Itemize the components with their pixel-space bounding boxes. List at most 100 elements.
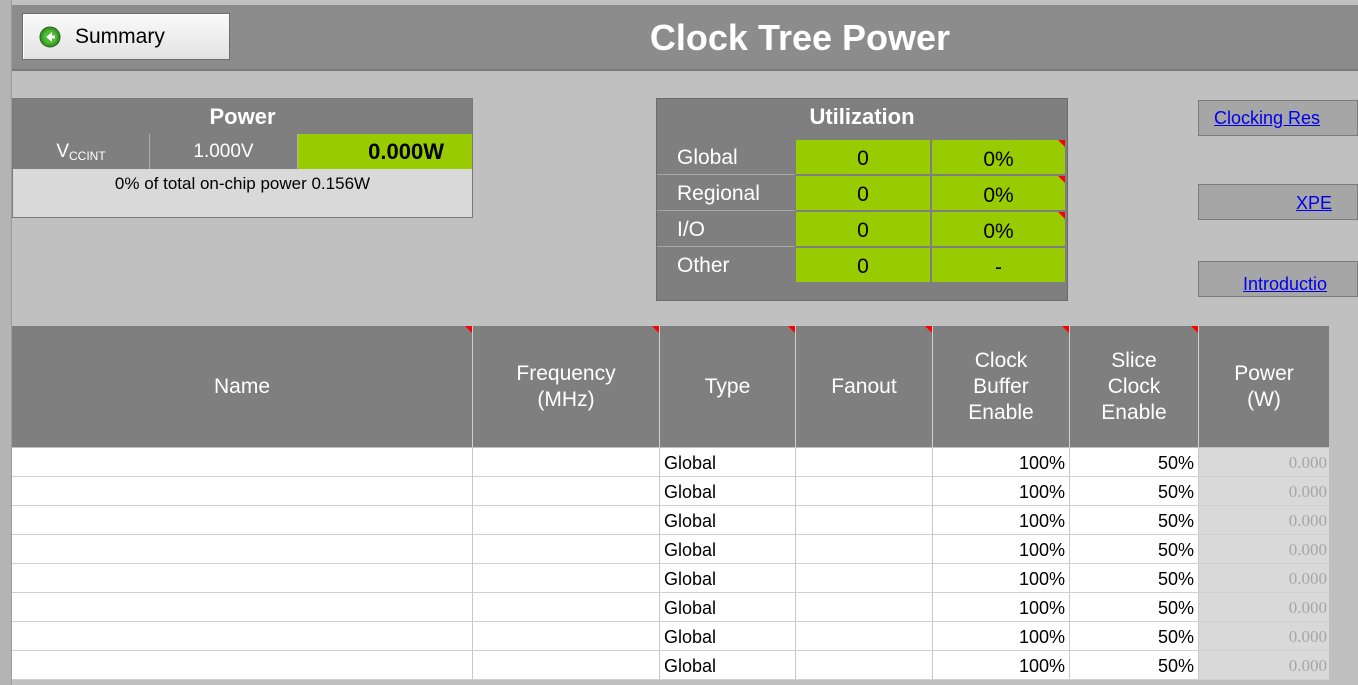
rail-label: VCCINT bbox=[13, 134, 150, 169]
comment-marker-icon[interactable] bbox=[1191, 326, 1198, 333]
comment-marker-icon[interactable] bbox=[1058, 140, 1065, 147]
cell-frequency[interactable] bbox=[473, 506, 660, 535]
cell-power: 0.000 bbox=[1199, 593, 1329, 622]
cell-clock-buffer-enable[interactable]: 100% bbox=[933, 622, 1070, 651]
cell-frequency[interactable] bbox=[473, 535, 660, 564]
comment-marker-icon[interactable] bbox=[652, 326, 659, 333]
cell-frequency[interactable] bbox=[473, 651, 660, 680]
comment-marker-icon[interactable] bbox=[1058, 212, 1065, 219]
cell-fanout[interactable] bbox=[796, 535, 933, 564]
utilization-row-percent: 0% bbox=[932, 212, 1065, 247]
cell-clock-buffer-enable[interactable]: 100% bbox=[933, 564, 1070, 593]
cell-clock-buffer-enable[interactable]: 100% bbox=[933, 506, 1070, 535]
cell-slice-clock-enable[interactable]: 50% bbox=[1070, 535, 1199, 564]
cell-frequency[interactable] bbox=[473, 622, 660, 651]
utilization-row-count[interactable]: 0 bbox=[796, 248, 931, 283]
cell-fanout[interactable] bbox=[796, 506, 933, 535]
column-header-text: Enable bbox=[1101, 400, 1167, 424]
cell-frequency[interactable] bbox=[473, 477, 660, 506]
column-header-text: Type bbox=[704, 374, 751, 398]
page-title: Clock Tree Power bbox=[649, 17, 951, 58]
column-header-text: Frequency bbox=[516, 361, 616, 385]
column-header-name[interactable]: Name bbox=[12, 326, 473, 447]
comment-marker-icon[interactable] bbox=[465, 326, 472, 333]
cell-slice-clock-enable[interactable]: 50% bbox=[1070, 564, 1199, 593]
cell-type[interactable]: Global bbox=[660, 477, 796, 506]
cell-fanout[interactable] bbox=[796, 651, 933, 680]
column-header-type[interactable]: Type bbox=[660, 326, 796, 447]
cell-slice-clock-enable[interactable]: 50% bbox=[1070, 593, 1199, 622]
cell-frequency[interactable] bbox=[473, 593, 660, 622]
column-header-text: Clock bbox=[1107, 374, 1161, 398]
power-panel: Power VCCINT 1.000V 0.000W 0% of total o… bbox=[12, 98, 473, 218]
cell-clock-buffer-enable[interactable]: 100% bbox=[933, 651, 1070, 680]
cell-slice-clock-enable[interactable]: 50% bbox=[1070, 448, 1199, 477]
column-header-text: (MHz) bbox=[537, 387, 595, 411]
cell-power: 0.000 bbox=[1199, 535, 1329, 564]
cell-name[interactable] bbox=[12, 564, 473, 593]
column-header-frequency[interactable]: Frequency (MHz) bbox=[473, 326, 660, 447]
utilization-row: Regional 0 0% bbox=[657, 176, 1067, 212]
cell-type[interactable]: Global bbox=[660, 651, 796, 680]
cell-fanout[interactable] bbox=[796, 622, 933, 651]
introduction-link[interactable]: Introductio bbox=[1243, 274, 1327, 295]
column-header-text: Name bbox=[213, 374, 271, 398]
cell-type[interactable]: Global bbox=[660, 448, 796, 477]
cell-type[interactable]: Global bbox=[660, 564, 796, 593]
cell-name[interactable] bbox=[12, 477, 473, 506]
cell-name[interactable] bbox=[12, 593, 473, 622]
utilization-row-count[interactable]: 0 bbox=[796, 212, 931, 247]
cell-name[interactable] bbox=[12, 651, 473, 680]
cell-clock-buffer-enable[interactable]: 100% bbox=[933, 448, 1070, 477]
cell-type[interactable]: Global bbox=[660, 535, 796, 564]
utilization-row-percent: 0% bbox=[932, 140, 1065, 175]
cell-slice-clock-enable[interactable]: 50% bbox=[1070, 622, 1199, 651]
summary-button[interactable]: Summary bbox=[22, 13, 230, 60]
table-header: Name Frequency (MHz) Type Fanout Clock Buf… bbox=[12, 326, 1329, 447]
cell-type[interactable]: Global bbox=[660, 622, 796, 651]
utilization-row-name: Global bbox=[657, 140, 795, 175]
rail-main: V bbox=[56, 141, 69, 162]
comment-marker-icon[interactable] bbox=[925, 326, 932, 333]
cell-type[interactable]: Global bbox=[660, 593, 796, 622]
comment-marker-icon[interactable] bbox=[1062, 326, 1069, 333]
utilization-row-count[interactable]: 0 bbox=[796, 140, 931, 175]
cell-clock-buffer-enable[interactable]: 100% bbox=[933, 593, 1070, 622]
cell-slice-clock-enable[interactable]: 50% bbox=[1070, 651, 1199, 680]
table-row: Global 100% 50% 0.000 bbox=[12, 593, 1329, 622]
utilization-row-percent-value: 0% bbox=[983, 220, 1014, 243]
clocking-resources-link[interactable]: Clocking Res bbox=[1214, 108, 1320, 129]
cell-frequency[interactable] bbox=[473, 564, 660, 593]
cell-fanout[interactable] bbox=[796, 448, 933, 477]
cell-power: 0.000 bbox=[1199, 651, 1329, 680]
column-header-text: (W) bbox=[1247, 387, 1281, 411]
column-header-text: Clock bbox=[974, 348, 1028, 372]
column-header-fanout[interactable]: Fanout bbox=[796, 326, 933, 447]
cell-clock-buffer-enable[interactable]: 100% bbox=[933, 535, 1070, 564]
table-row: Global 100% 50% 0.000 bbox=[12, 506, 1329, 535]
cell-slice-clock-enable[interactable]: 50% bbox=[1070, 506, 1199, 535]
cell-name[interactable] bbox=[12, 535, 473, 564]
cell-name[interactable] bbox=[12, 448, 473, 477]
cell-clock-buffer-enable[interactable]: 100% bbox=[933, 477, 1070, 506]
utilization-row-percent-value: 0% bbox=[983, 184, 1014, 207]
column-header-slice-clock-enable[interactable]: Slice Clock Enable bbox=[1070, 326, 1199, 447]
cell-frequency[interactable] bbox=[473, 448, 660, 477]
utilization-row-name: Other bbox=[677, 254, 730, 277]
cell-name[interactable] bbox=[12, 506, 473, 535]
comment-marker-icon[interactable] bbox=[1058, 176, 1065, 183]
table-row: Global 100% 50% 0.000 bbox=[12, 622, 1329, 651]
utilization-row-count[interactable]: 0 bbox=[796, 176, 931, 211]
cell-fanout[interactable] bbox=[796, 593, 933, 622]
cell-type[interactable]: Global bbox=[660, 506, 796, 535]
cell-fanout[interactable] bbox=[796, 477, 933, 506]
xpe-link[interactable]: XPE bbox=[1296, 193, 1332, 214]
column-header-clock-buffer-enable[interactable]: Clock Buffer Enable bbox=[933, 326, 1070, 447]
cell-slice-clock-enable[interactable]: 50% bbox=[1070, 477, 1199, 506]
table-row: Global 100% 50% 0.000 bbox=[12, 535, 1329, 564]
column-header-text: Buffer bbox=[973, 374, 1029, 398]
cell-fanout[interactable] bbox=[796, 564, 933, 593]
comment-marker-icon[interactable] bbox=[788, 326, 795, 333]
cell-name[interactable] bbox=[12, 622, 473, 651]
column-header-power[interactable]: Power (W) bbox=[1199, 326, 1329, 447]
